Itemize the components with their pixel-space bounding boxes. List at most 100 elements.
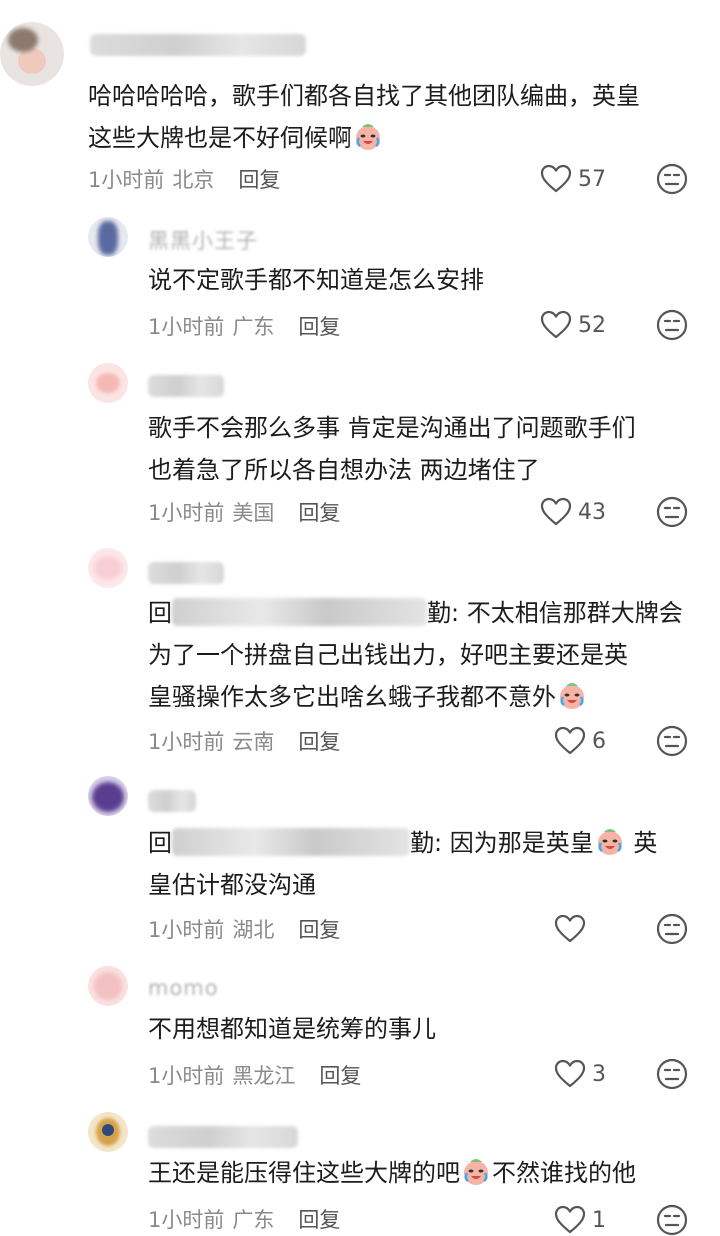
avatar[interactable] (0, 22, 64, 86)
heart-outline-icon (540, 310, 572, 339)
comment-location: 湖北 (232, 918, 275, 942)
comment-body: 说不定歌手都不知道是怎么安排 (148, 259, 688, 301)
like-count: 52 (578, 312, 606, 338)
comment-text-line: 不用想都知道是统筹的事儿 (148, 1015, 436, 1043)
comment-text-line: 这些大牌也是不好伺候啊 (88, 124, 352, 152)
crying-laughing-emoji (597, 829, 622, 855)
dislike-button[interactable] (656, 1058, 688, 1090)
comment-body: 回 勤: 因为那是英皇 英 皇估计都没沟通 (148, 822, 708, 906)
comment-meta: 1小时前 美国 回复 (148, 497, 340, 527)
comment-text-line: 歌手不会那么多事 肯定是沟通出了问题歌手们 (148, 414, 636, 442)
crying-laughing-emoji (356, 124, 380, 150)
comment-location: 黑龙江 (232, 1064, 296, 1088)
comment-text-line: 皇估计都没沟通 (148, 871, 316, 899)
dislike-button[interactable] (656, 725, 688, 757)
reply-button[interactable]: 回复 (319, 1064, 361, 1088)
dislike-button[interactable] (656, 309, 688, 341)
avatar[interactable] (88, 776, 128, 816)
comment-location: 云南 (232, 730, 275, 754)
like-button[interactable]: 43 (540, 496, 606, 528)
like-count: 1 (592, 1207, 606, 1233)
unhappy-face-icon (656, 913, 688, 945)
nickname-blurred[interactable] (148, 562, 224, 584)
comment-time: 1小时前 (148, 1208, 225, 1232)
dislike-button[interactable] (656, 913, 688, 945)
dislike-button[interactable] (656, 496, 688, 528)
heart-outline-icon (540, 497, 572, 526)
comment-meta: 1小时前 广东 回复 (148, 1204, 340, 1234)
comment-location: 广东 (232, 1208, 275, 1232)
dislike-button[interactable] (656, 1204, 688, 1236)
reply-target-blurred[interactable] (172, 828, 410, 856)
comment-text-line: 王还是能压得住这些大牌的吧 (148, 1159, 460, 1187)
reply-button[interactable]: 回复 (298, 315, 340, 339)
avatar[interactable] (88, 217, 128, 257)
comment-text-line: 英 (625, 829, 658, 857)
comment-item: 歌手不会那么多事 肯定是沟通出了问题歌手们 也着急了所以各自想办法 两边堵住了 … (0, 363, 720, 538)
comment-location: 美国 (232, 501, 275, 525)
like-button[interactable]: 1 (554, 1204, 606, 1236)
like-button[interactable]: 57 (540, 163, 606, 195)
comment-location: 北京 (172, 168, 215, 192)
reply-button[interactable]: 回复 (238, 168, 280, 192)
comment-text-line: 不然谁找的他 (492, 1159, 636, 1187)
nickname-blurred[interactable] (148, 1126, 298, 1148)
reply-button[interactable]: 回复 (298, 1208, 340, 1232)
heart-outline-icon (554, 914, 586, 943)
comment-time: 1小时前 (148, 1064, 225, 1088)
comment-meta: 1小时前 黑龙江 回复 (148, 1060, 361, 1090)
reply-target-blurred[interactable] (172, 598, 427, 626)
comment-text-line: 勤: 因为那是英皇 (410, 829, 594, 857)
comment-time: 1小时前 (88, 168, 165, 192)
comment-meta: 1小时前 广东 回复 (148, 311, 340, 341)
avatar[interactable] (88, 966, 128, 1006)
comment-body: 哈哈哈哈哈，歌手们都各自找了其他团队编曲，英皇 这些大牌也是不好伺候啊 (88, 75, 698, 159)
comment-body: 歌手不会那么多事 肯定是沟通出了问题歌手们 也着急了所以各自想办法 两边堵住了 (148, 407, 698, 491)
comment-text-line: 勤: 不太相信那群大牌会 (427, 599, 683, 627)
reply-button[interactable]: 回复 (298, 501, 340, 525)
reply-prefix: 回 (148, 829, 172, 857)
comment-text-line: 为了一个拼盘自己出钱出力，好吧主要还是英 (148, 641, 628, 669)
avatar[interactable] (88, 548, 128, 588)
dislike-button[interactable] (656, 163, 688, 195)
like-count: 3 (592, 1061, 606, 1087)
comment-body: 回 勤: 不太相信那群大牌会 为了一个拼盘自己出钱出力，好吧主要还是英 皇骚操作太… (148, 592, 708, 718)
comment-text-line: 哈哈哈哈哈，歌手们都各自找了其他团队编曲，英皇 (88, 82, 640, 110)
comment-time: 1小时前 (148, 315, 225, 339)
comment-body: 不用想都知道是统筹的事儿 (148, 1008, 688, 1050)
reply-button[interactable]: 回复 (298, 730, 340, 754)
avatar[interactable] (88, 363, 128, 403)
nickname-blurred[interactable] (90, 34, 306, 56)
nickname-blurred[interactable] (148, 375, 224, 397)
nickname[interactable]: 黑黑小王子 (148, 225, 258, 255)
comment-meta: 1小时前 云南 回复 (148, 726, 340, 756)
unhappy-face-icon (656, 163, 688, 195)
unhappy-face-icon (656, 1058, 688, 1090)
comment-time: 1小时前 (148, 918, 225, 942)
like-button[interactable]: 3 (554, 1058, 606, 1090)
comment-location: 广东 (232, 315, 275, 339)
like-button[interactable]: 52 (540, 309, 606, 341)
comment-text-line: 说不定歌手都不知道是怎么安排 (148, 266, 484, 294)
unhappy-face-icon (656, 725, 688, 757)
heart-outline-icon (554, 1205, 586, 1234)
heart-outline-icon (554, 1059, 586, 1088)
avatar[interactable] (88, 1112, 128, 1152)
nickname-blurred[interactable] (148, 790, 196, 812)
unhappy-face-icon (656, 496, 688, 528)
reply-prefix: 回 (148, 599, 172, 627)
crying-laughing-emoji (464, 1159, 488, 1185)
comment-item: 回 勤: 因为那是英皇 英 皇估计都没沟通 1小时前 湖北 回复 (0, 776, 720, 956)
comment-meta: 1小时前 湖北 回复 (148, 914, 340, 944)
reply-button[interactable]: 回复 (298, 918, 340, 942)
unhappy-face-icon (656, 1204, 688, 1236)
comment-item: 王还是能压得住这些大牌的吧 不然谁找的他 1小时前 广东 回复 1 (0, 1112, 720, 1236)
like-count: 43 (578, 499, 606, 525)
unhappy-face-icon (656, 309, 688, 341)
comment-item: 哈哈哈哈哈，歌手们都各自找了其他团队编曲，英皇 这些大牌也是不好伺候啊 1小时前… (0, 0, 720, 205)
like-button[interactable]: 6 (554, 725, 606, 757)
comment-text-line: 也着急了所以各自想办法 两边堵住了 (148, 456, 540, 484)
like-count: 57 (578, 166, 606, 192)
nickname[interactable]: momo (148, 976, 219, 1000)
like-button[interactable] (554, 913, 592, 945)
